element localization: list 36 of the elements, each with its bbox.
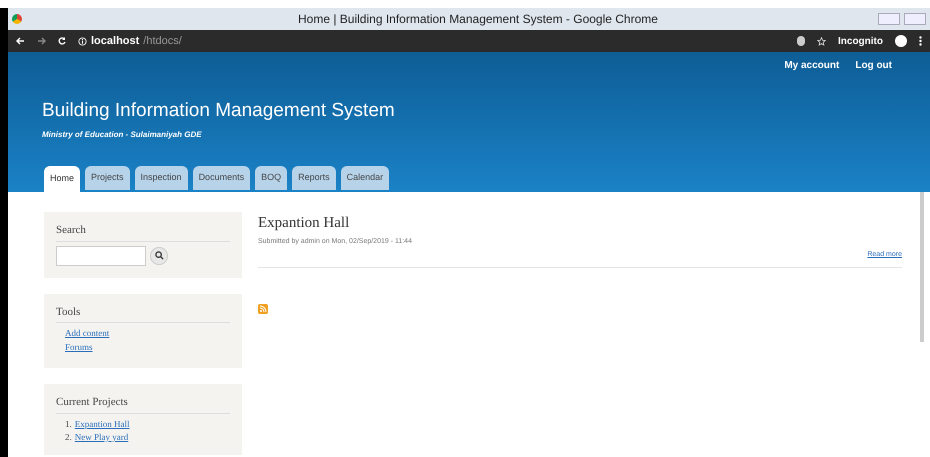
article-title[interactable]: Expantion Hall (258, 212, 902, 234)
user-link[interactable]: My account (784, 58, 840, 73)
profile-label: Incognito (838, 34, 883, 48)
list-number: 2. (65, 431, 72, 444)
back-icon[interactable] (16, 37, 25, 45)
rss-feed-icon (258, 304, 268, 314)
project-link[interactable]: Expantion Hall (74, 418, 130, 431)
forward-icon[interactable] (37, 37, 46, 45)
site-slogan: Ministry of Education - Sulaimaniyah GDE (42, 128, 203, 140)
tool-link[interactable]: Forums (65, 340, 93, 354)
scrollbar[interactable] (920, 192, 924, 342)
address-field[interactable]: localhost /htdocs/ (78, 32, 182, 50)
window-title: Home | Building Information Management System - Google Chrome (298, 11, 658, 28)
site-name: Building Information Management System (42, 99, 396, 123)
chrome-logo-icon (12, 14, 22, 24)
info-icon (78, 36, 87, 46)
search-field[interactable] (56, 246, 146, 266)
search-button[interactable] (150, 246, 168, 264)
nav-tab[interactable]: Inspection (134, 166, 188, 190)
nav-tab[interactable]: Projects (85, 166, 130, 190)
search-icon (154, 251, 164, 260)
nav-tab[interactable]: Documents (192, 166, 250, 190)
reload-icon[interactable] (58, 37, 66, 45)
nav-tab[interactable]: Calendar (340, 166, 390, 190)
block-title: Search (56, 222, 230, 242)
star-icon[interactable] (817, 36, 826, 46)
user-link[interactable]: Log out (855, 58, 892, 73)
block-title: Tools (56, 304, 230, 323)
nav-tab[interactable]: Home (44, 166, 80, 192)
project-link[interactable]: New Play yard (74, 431, 128, 444)
block-title: Current Projects (56, 394, 230, 414)
tool-link[interactable]: Add content (65, 327, 110, 340)
nav-tab[interactable]: BOQ (255, 166, 288, 190)
nav-tab[interactable]: Reports (292, 166, 336, 190)
menu-icon[interactable] (919, 36, 922, 46)
list-number: 1. (65, 418, 72, 430)
